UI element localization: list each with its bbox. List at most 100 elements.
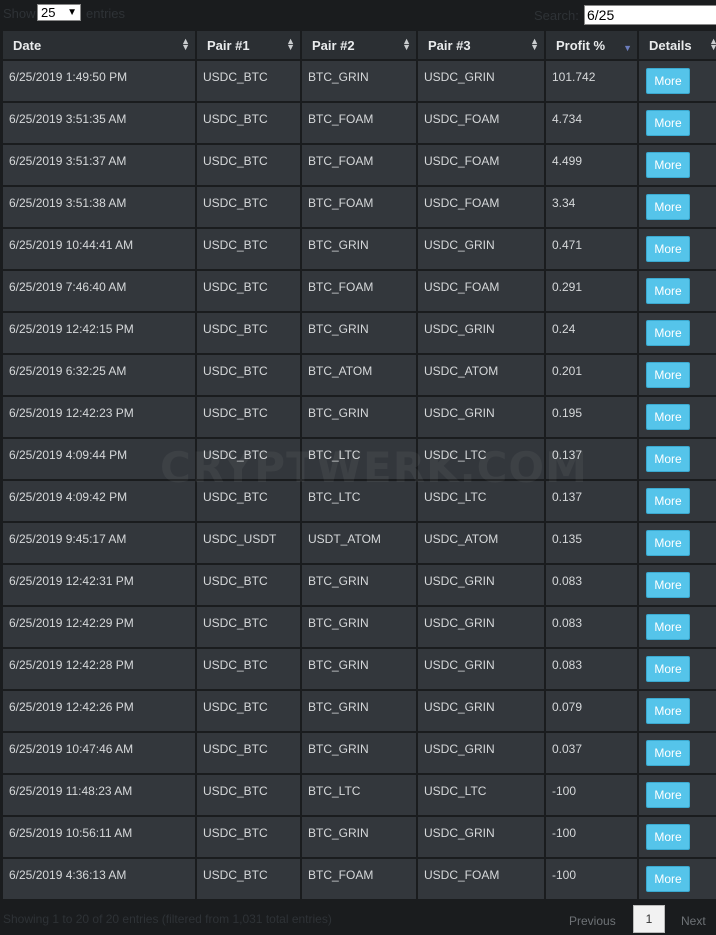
pagination-next[interactable]: Next [681, 914, 706, 928]
pagination-previous[interactable]: Previous [569, 914, 616, 928]
cell-date: 6/25/2019 3:51:37 AM [3, 145, 195, 185]
cell-pair1: USDC_BTC [197, 775, 300, 815]
cell-details: More [639, 145, 716, 185]
cell-details: More [639, 439, 716, 479]
cell-pair2: BTC_ATOM [302, 355, 416, 395]
table-row: 6/25/2019 12:42:28 PM USDC_BTC BTC_GRIN USD… [3, 649, 716, 689]
pagination-page-1[interactable]: 1 [633, 905, 665, 933]
more-button[interactable]: More [646, 110, 690, 136]
cell-details: More [639, 355, 716, 395]
cell-pair1: USDC_BTC [197, 733, 300, 773]
search-label: Search: [534, 8, 579, 23]
cell-pair1: USDC_BTC [197, 439, 300, 479]
column-header-label: Date [13, 37, 42, 53]
more-button[interactable]: More [646, 236, 690, 262]
column-header-label: Pair #3 [428, 37, 471, 53]
cell-pair1: USDC_BTC [197, 103, 300, 143]
show-entries-label: Show [3, 6, 36, 21]
column-header-pair2[interactable]: Pair #2 ▲ ▼ [302, 31, 416, 59]
cell-pair3: USDC_GRIN [418, 691, 544, 731]
table-row: 6/25/2019 10:47:46 AM USDC_BTC BTC_GRIN USD… [3, 733, 716, 773]
cell-pair1: USDC_BTC [197, 649, 300, 689]
table-row: 6/25/2019 3:51:37 AM USDC_BTC BTC_FOAM USDC… [3, 145, 716, 185]
cell-profit: 0.291 [546, 271, 637, 311]
cell-pair3: USDC_GRIN [418, 61, 544, 101]
cell-details: More [639, 859, 716, 899]
entries-per-page-select[interactable]: 25 ▼ [37, 4, 81, 21]
more-button[interactable]: More [646, 446, 690, 472]
cell-pair2: USDT_ATOM [302, 523, 416, 563]
cell-details: More [639, 817, 716, 857]
table-row: 6/25/2019 12:42:23 PM USDC_BTC BTC_GRIN USD… [3, 397, 716, 437]
more-button[interactable]: More [646, 614, 690, 640]
table-body: 6/25/2019 1:49:50 PM USDC_BTC BTC_GRIN USDC… [3, 61, 716, 899]
table-row: 6/25/2019 12:42:31 PM USDC_BTC BTC_GRIN USD… [3, 565, 716, 605]
column-header-label: Details [649, 37, 692, 53]
column-header-date[interactable]: Date ▲ ▼ [3, 31, 195, 59]
sort-icon: ▲ ▼ [402, 36, 411, 52]
cell-date: 6/25/2019 11:48:23 AM [3, 775, 195, 815]
column-header-label: Pair #2 [312, 37, 355, 53]
more-button[interactable]: More [646, 572, 690, 598]
cell-details: More [639, 523, 716, 563]
cell-profit: 0.137 [546, 439, 637, 479]
cell-pair3: USDC_GRIN [418, 229, 544, 269]
more-button[interactable]: More [646, 152, 690, 178]
sort-icon: ▲ ▼ [181, 36, 190, 52]
cell-pair2: BTC_FOAM [302, 271, 416, 311]
cell-pair1: USDC_BTC [197, 61, 300, 101]
column-header-pair3[interactable]: Pair #3 ▲ ▼ [418, 31, 544, 59]
cell-pair3: USDC_GRIN [418, 607, 544, 647]
arbitrage-table-container: Date ▲ ▼ Pair #1 ▲ ▼ Pair #2 ▲ ▼ Pair #3 ▲ ▼… [0, 29, 716, 901]
more-button[interactable]: More [646, 740, 690, 766]
more-button[interactable]: More [646, 866, 690, 892]
cell-profit: 101.742 [546, 61, 637, 101]
cell-date: 6/25/2019 9:45:17 AM [3, 523, 195, 563]
cell-profit: 0.137 [546, 481, 637, 521]
search-input[interactable] [584, 5, 716, 25]
table-footer: Showing 1 to 20 of 20 entries (filtered … [0, 904, 716, 935]
column-header-pair1[interactable]: Pair #1 ▲ ▼ [197, 31, 300, 59]
table-row: 6/25/2019 11:48:23 AM USDC_BTC BTC_LTC USDC… [3, 775, 716, 815]
sort-icon: ▲ ▼ [286, 36, 295, 52]
cell-pair3: USDC_ATOM [418, 523, 544, 563]
more-button[interactable]: More [646, 656, 690, 682]
cell-pair1: USDC_BTC [197, 355, 300, 395]
cell-date: 6/25/2019 3:51:38 AM [3, 187, 195, 227]
column-header-profit[interactable]: Profit % ▼ [546, 31, 637, 59]
cell-pair2: BTC_FOAM [302, 859, 416, 899]
cell-date: 6/25/2019 3:51:35 AM [3, 103, 195, 143]
cell-date: 6/25/2019 4:36:13 AM [3, 859, 195, 899]
more-button[interactable]: More [646, 824, 690, 850]
more-button[interactable]: More [646, 530, 690, 556]
more-button[interactable]: More [646, 320, 690, 346]
cell-profit: -100 [546, 859, 637, 899]
more-button[interactable]: More [646, 488, 690, 514]
more-button[interactable]: More [646, 698, 690, 724]
column-header-details[interactable]: Details ▲ ▼ [639, 31, 716, 59]
cell-pair2: BTC_GRIN [302, 733, 416, 773]
more-button[interactable]: More [646, 68, 690, 94]
cell-profit: 0.083 [546, 649, 637, 689]
cell-date: 6/25/2019 12:42:29 PM [3, 607, 195, 647]
more-button[interactable]: More [646, 278, 690, 304]
more-button[interactable]: More [646, 404, 690, 430]
more-button[interactable]: More [646, 782, 690, 808]
cell-pair2: BTC_FOAM [302, 103, 416, 143]
more-button[interactable]: More [646, 362, 690, 388]
more-button[interactable]: More [646, 194, 690, 220]
cell-profit: 0.079 [546, 691, 637, 731]
cell-pair1: USDC_BTC [197, 187, 300, 227]
cell-details: More [639, 271, 716, 311]
cell-details: More [639, 691, 716, 731]
cell-pair2: BTC_GRIN [302, 397, 416, 437]
cell-pair3: USDC_LTC [418, 775, 544, 815]
sort-icon: ▲ ▼ [709, 36, 716, 52]
cell-pair3: USDC_LTC [418, 439, 544, 479]
table-row: 6/25/2019 1:49:50 PM USDC_BTC BTC_GRIN USDC… [3, 61, 716, 101]
cell-pair3: USDC_FOAM [418, 103, 544, 143]
cell-profit: 0.083 [546, 565, 637, 605]
table-row: 6/25/2019 7:46:40 AM USDC_BTC BTC_FOAM USDC… [3, 271, 716, 311]
cell-pair1: USDC_BTC [197, 691, 300, 731]
cell-pair2: BTC_GRIN [302, 691, 416, 731]
